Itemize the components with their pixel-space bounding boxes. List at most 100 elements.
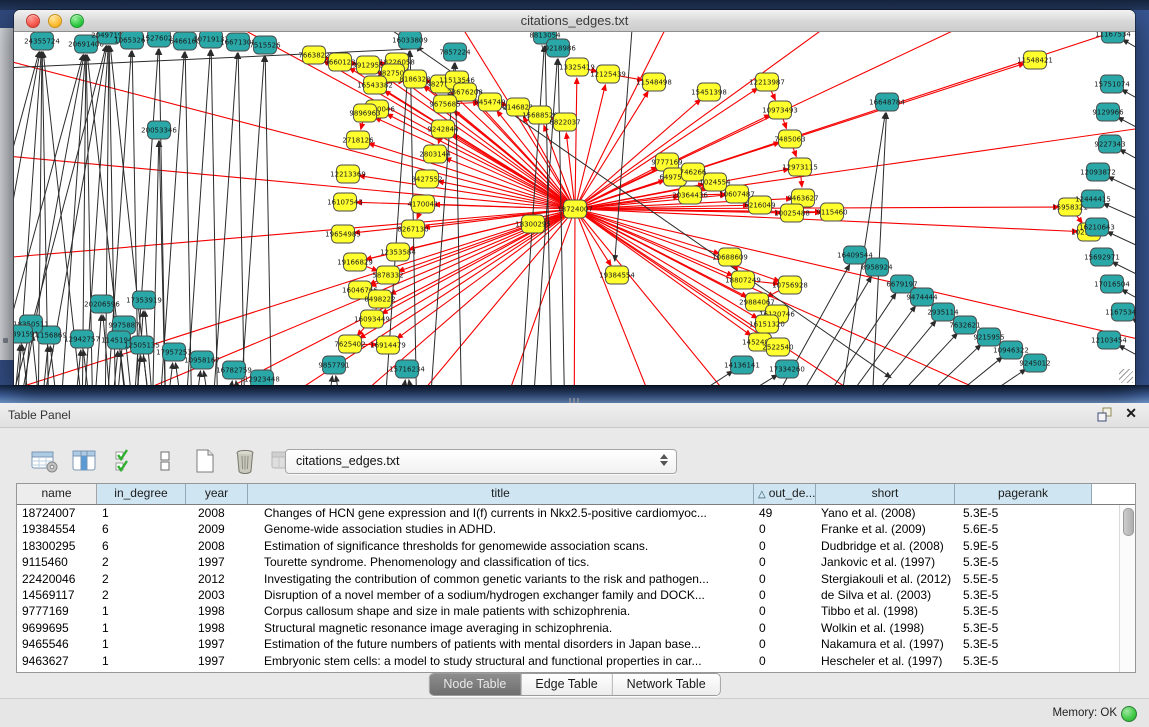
graph-node[interactable]: 2803144 <box>419 145 451 163</box>
graph-node[interactable]: 9474444 <box>906 288 938 306</box>
table-row[interactable]: 1456911722003Disruption of a novel membe… <box>17 587 1135 603</box>
table-cell: Structural magnetic resonance image aver… <box>248 620 754 636</box>
svg-text:19391591: 19391591 <box>14 331 39 339</box>
graph-node[interactable]: 7625402 <box>334 335 365 353</box>
graph-node[interactable]: 9242844 <box>427 120 459 138</box>
table-scrollbar[interactable] <box>1119 505 1135 672</box>
graph-node[interactable]: 9675685 <box>429 95 460 113</box>
graph-node[interactable]: 15751074 <box>1094 75 1130 93</box>
column-header-year[interactable]: year <box>186 484 248 504</box>
column-visibility-icon[interactable] <box>70 446 100 476</box>
graph-node[interactable]: 8454749 <box>474 93 505 111</box>
graph-node[interactable]: 2522540 <box>762 338 793 356</box>
table-cell: 9699695 <box>17 620 97 636</box>
table-row[interactable]: 1830029562008Estimation of significance … <box>17 538 1135 554</box>
selection-mode-icon[interactable] <box>110 446 140 476</box>
graph-node[interactable]: 19384554 <box>599 266 635 284</box>
graph-node[interactable]: 9660123 <box>324 53 355 71</box>
graph-node[interactable]: 8958924 <box>861 258 893 276</box>
graph-node[interactable]: 7632621 <box>949 316 980 334</box>
graph-node[interactable]: 7515526 <box>249 36 281 54</box>
column-header-out_de[interactable]: △out_de... <box>754 484 816 504</box>
svg-text:19218986: 19218986 <box>540 45 576 53</box>
table-cell: 1997 <box>186 554 248 570</box>
float-panel-icon[interactable] <box>1097 407 1113 428</box>
graph-node[interactable]: 17334260 <box>769 360 805 378</box>
graph-node[interactable]: 7857224 <box>439 43 471 61</box>
graph-node[interactable]: 18807249 <box>725 271 761 289</box>
create-table-icon[interactable] <box>190 446 220 476</box>
graph-node[interactable]: 16914479 <box>370 336 406 354</box>
graph-node[interactable]: 16648784 <box>869 93 905 111</box>
memory-status-led-icon[interactable] <box>1121 706 1137 722</box>
graph-node[interactable]: 7485063 <box>774 130 805 148</box>
graph-node[interactable]: 8427552 <box>411 170 442 188</box>
column-header-title[interactable]: title <box>248 484 754 504</box>
graph-node[interactable]: 10688609 <box>712 248 748 266</box>
table-row[interactable]: 911546021997Tourette syndrome. Phenomeno… <box>17 554 1135 570</box>
graph-node[interactable]: 2718126 <box>342 131 374 149</box>
table-row[interactable]: 946362711997Embryonic stem cells: a mode… <box>17 653 1135 669</box>
tab-network-table[interactable]: Network Table <box>613 674 720 695</box>
window-titlebar[interactable]: citations_edges.txt <box>14 10 1135 32</box>
graph-node[interactable]: 9857791 <box>318 356 349 374</box>
graph-node[interactable]: 16107543 <box>327 193 363 211</box>
table-cell: Stergiakouli et al. (2012) <box>816 571 955 587</box>
graph-node[interactable]: 9245012 <box>1019 354 1050 372</box>
svg-text:17016504: 17016504 <box>1094 281 1130 289</box>
table-row[interactable]: 977716911998Corpus callosum shape and si… <box>17 603 1135 619</box>
column-header-short[interactable]: short <box>816 484 955 504</box>
graph-node[interactable]: 6216049 <box>744 196 775 214</box>
table-row[interactable]: 946554611997Estimation of the future num… <box>17 636 1135 652</box>
column-header-in_degree[interactable]: in_degree <box>97 484 186 504</box>
delete-table-icon[interactable] <box>230 446 260 476</box>
svg-text:12103454: 12103454 <box>1091 337 1127 345</box>
window-resize-grip[interactable] <box>1119 369 1133 383</box>
row-height-icon[interactable] <box>150 446 180 476</box>
graph-node[interactable]: 9227343 <box>1094 135 1125 153</box>
network-canvas[interactable]: 2435572420691406204971911065326715276021… <box>14 32 1135 385</box>
tab-edge-table[interactable]: Edge Table <box>521 674 612 695</box>
table-row[interactable]: 2242004622012Investigating the contribut… <box>17 571 1135 587</box>
table-row[interactable]: 1938455462009Genome-wide association stu… <box>17 521 1135 537</box>
graph-node[interactable]: 14136141 <box>724 356 760 374</box>
svg-text:11167534: 11167534 <box>1095 32 1131 39</box>
column-header-name[interactable]: name <box>17 484 97 504</box>
graph-node[interactable]: 9115460 <box>816 203 847 221</box>
graph-node[interactable]: 24355724 <box>24 32 60 50</box>
graph-node[interactable]: 12103454 <box>1091 331 1127 349</box>
table-cell: 1998 <box>186 603 248 619</box>
graph-node[interactable]: 12213369 <box>330 165 366 183</box>
graph-node[interactable]: 8267130 <box>397 220 428 238</box>
table-select-dropdown[interactable]: citations_edges.txt <box>285 449 677 474</box>
graph-node[interactable]: 12213987 <box>749 73 785 91</box>
tab-node-table[interactable]: Node Table <box>429 674 521 695</box>
graph-node[interactable]: 8822037 <box>549 113 580 131</box>
svg-text:12505135: 12505135 <box>124 342 160 350</box>
table-row[interactable]: 1872400712008Changes of HCN gene express… <box>17 505 1135 521</box>
column-header-pagerank[interactable]: pagerank <box>955 484 1092 504</box>
graph-node[interactable]: 15716234 <box>389 360 425 378</box>
table-scrollbar-thumb[interactable] <box>1123 508 1134 536</box>
graph-node[interactable]: 19166829 <box>337 253 373 271</box>
graph-node[interactable]: 9129966 <box>1092 103 1124 121</box>
graph-node[interactable]: 12973115 <box>782 158 818 176</box>
svg-text:10607487: 10607487 <box>719 191 755 199</box>
table-options-icon[interactable] <box>30 446 60 476</box>
table-cell: 1998 <box>186 620 248 636</box>
graph-node[interactable]: 12353584 <box>380 243 416 261</box>
graph-node[interactable]: 11675342 <box>1105 303 1135 321</box>
graph-node[interactable]: 5878332 <box>372 266 403 284</box>
graph-node[interactable]: 17016504 <box>1094 275 1130 293</box>
graph-node[interactable]: 20053346 <box>141 121 177 139</box>
graph-node[interactable]: 8498222 <box>364 290 395 308</box>
svg-text:10973493: 10973493 <box>762 107 798 115</box>
graph-node[interactable]: 9896963 <box>349 104 380 122</box>
graph-node[interactable]: 4170041 <box>407 195 438 213</box>
graph-node[interactable]: 15451398 <box>691 83 727 101</box>
table-row[interactable]: 969969511998Structural magnetic resonanc… <box>17 620 1135 636</box>
graph-node[interactable]: 17353919 <box>126 291 162 309</box>
graph-node[interactable]: 12942757 <box>64 330 100 348</box>
close-panel-icon[interactable]: ✕ <box>1125 405 1137 422</box>
graph-node[interactable]: 12125439 <box>590 65 626 83</box>
